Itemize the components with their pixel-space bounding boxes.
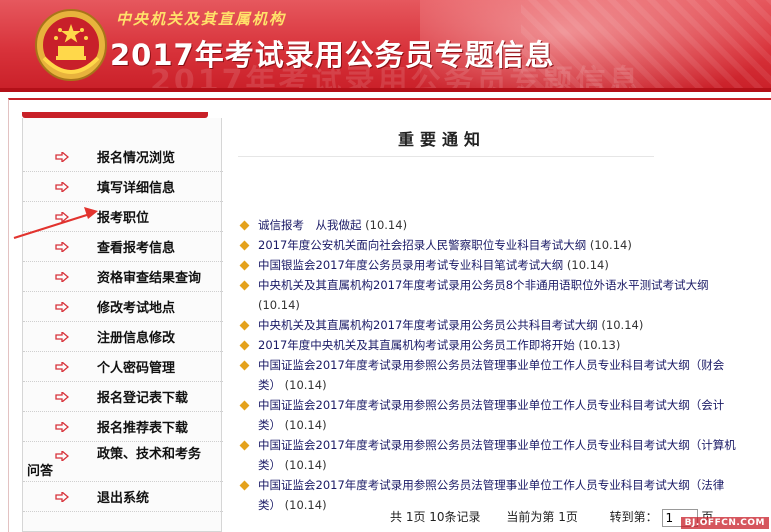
diamond-bullet-icon xyxy=(239,320,250,331)
header-banner: 2017年考试录用公务员专题信息 中央机关及其直属机构 2017年考试录用公务员… xyxy=(0,0,771,92)
sidebar-item-label: 修改考试地点 xyxy=(97,301,176,316)
sidebar-item-label-line2: 问答 xyxy=(27,464,54,479)
arrow-right-icon xyxy=(55,241,69,252)
sidebar-item-label-line1: 政策、技术和考务 xyxy=(97,447,202,462)
notice-title: 重要通知 xyxy=(397,130,486,149)
news-date: (10.14) xyxy=(284,458,327,472)
national-emblem-icon xyxy=(35,9,107,81)
pagination: 共 1页 10条记录 当前为第 1页 转到第： 页 xyxy=(390,508,713,527)
arrow-right-icon xyxy=(55,301,69,312)
news-date: (10.14) xyxy=(284,378,327,392)
sidebar-menu: 报名情况浏览 填写详细信息 报考职位 查看报考信息 资格审查结果查询 修改考试地… xyxy=(23,142,223,512)
arrow-right-icon xyxy=(55,331,69,342)
arrow-right-icon xyxy=(55,361,69,372)
sidebar-item-label: 报名情况浏览 xyxy=(97,151,176,166)
news-date: (10.14) xyxy=(566,258,609,272)
sidebar-item-download-registration-form[interactable]: 报名登记表下载 xyxy=(23,382,223,412)
pager-jump-label: 转到第： xyxy=(609,510,658,524)
news-link[interactable]: 2017年度公安机关面向社会招录人民警察职位专业科目考试大纲 xyxy=(258,238,586,252)
diamond-bullet-icon xyxy=(239,440,250,451)
sidebar-item-edit-registration[interactable]: 注册信息修改 xyxy=(23,322,223,352)
news-link[interactable]: 诚信报考 从我做起 xyxy=(258,218,362,232)
banner-subtitle: 中央机关及其直属机构 xyxy=(116,10,287,28)
sidebar-item-label: 报考职位 xyxy=(97,211,150,226)
sidebar-item-label: 报名登记表下载 xyxy=(97,391,189,406)
sidebar-item-download-recommendation-form[interactable]: 报名推荐表下载 xyxy=(23,412,223,442)
pager-total: 共 1页 10条记录 xyxy=(390,510,481,524)
sidebar-item-change-exam-location[interactable]: 修改考试地点 xyxy=(23,292,223,322)
arrow-right-icon xyxy=(55,421,69,432)
diamond-bullet-icon xyxy=(239,260,250,271)
news-date: (10.14) xyxy=(601,318,644,332)
sidebar-item-view-application[interactable]: 查看报考信息 xyxy=(23,232,223,262)
news-date: (10.14) xyxy=(589,238,632,252)
news-date: (10.14) xyxy=(284,418,327,432)
news-link[interactable]: 2017年度中央机关及其直属机构考试录用公务员工作即将开始 xyxy=(258,338,575,352)
sidebar-item-label: 查看报考信息 xyxy=(97,241,176,256)
sidebar-item-apply-position[interactable]: 报考职位 xyxy=(23,202,223,232)
sidebar-item-logout[interactable]: 退出系统 xyxy=(23,482,223,512)
list-item[interactable]: 中央机关及其直属机构2017年度考试录用公务员8个非通用语职位外语水平测试考试大… xyxy=(232,275,744,315)
list-item[interactable]: 2017年度中央机关及其直属机构考试录用公务员工作即将开始 (10.13) xyxy=(232,335,744,355)
arrow-right-icon xyxy=(55,271,69,282)
news-link[interactable]: 中国银监会2017年度公务员录用考试专业科目笔试考试大纲 xyxy=(258,258,563,272)
diamond-bullet-icon xyxy=(239,340,250,351)
site-watermark: BJ.OFFCN.COM xyxy=(680,517,769,529)
sidebar-item-label: 资格审查结果查询 xyxy=(97,271,202,286)
sidebar-item-label: 注册信息修改 xyxy=(97,331,176,346)
notice-divider xyxy=(238,156,654,157)
news-link[interactable]: 中央机关及其直属机构2017年度考试录用公务员公共科目考试大纲 xyxy=(258,318,598,332)
news-date: (10.14) xyxy=(284,498,327,512)
news-link[interactable]: 中央机关及其直属机构2017年度考试录用公务员8个非通用语职位外语水平测试考试大… xyxy=(258,278,709,292)
news-link[interactable]: 中国证监会2017年度考试录用参照公务员法管理事业单位工作人员专业科目考试大纲（… xyxy=(258,358,724,392)
list-item[interactable]: 中国证监会2017年度考试录用参照公务员法管理事业单位工作人员专业科目考试大纲（… xyxy=(232,395,744,435)
list-item[interactable]: 诚信报考 从我做起 (10.14) xyxy=(232,215,744,235)
news-link[interactable]: 中国证监会2017年度考试录用参照公务员法管理事业单位工作人员专业科目考试大纲（… xyxy=(258,438,736,472)
sidebar-item-label: 退出系统 xyxy=(97,491,150,506)
arrow-right-icon xyxy=(55,491,69,502)
news-date: (10.14) xyxy=(258,298,300,312)
diamond-bullet-icon xyxy=(239,360,250,371)
arrow-right-icon xyxy=(55,451,69,461)
news-date: (10.13) xyxy=(578,338,621,352)
diamond-bullet-icon xyxy=(239,240,250,251)
banner-bottom-line xyxy=(0,88,771,92)
news-link[interactable]: 中国证监会2017年度考试录用参照公务员法管理事业单位工作人员专业科目考试大纲（… xyxy=(258,398,724,432)
arrow-right-icon xyxy=(55,211,69,222)
arrow-right-icon xyxy=(55,181,69,192)
pager-current: 当前为第 1页 xyxy=(506,510,578,524)
list-item[interactable]: 中国证监会2017年度考试录用参照公务员法管理事业单位工作人员专业科目考试大纲（… xyxy=(232,435,744,475)
arrow-right-icon xyxy=(55,151,69,162)
sidebar-item-label: 报名推荐表下载 xyxy=(97,421,189,436)
sidebar-item-label: 政策、技术和考务 问答 xyxy=(27,446,202,479)
sidebar-item-label: 个人密码管理 xyxy=(97,361,176,376)
sidebar-item-fill-details[interactable]: 填写详细信息 xyxy=(23,172,223,202)
list-item[interactable]: 中央机关及其直属机构2017年度考试录用公务员公共科目考试大纲 (10.14) xyxy=(232,315,744,335)
diamond-bullet-icon xyxy=(239,480,250,491)
news-date: (10.14) xyxy=(365,218,408,232)
diamond-bullet-icon xyxy=(239,220,250,231)
news-list: 诚信报考 从我做起 (10.14) 2017年度公安机关面向社会招录人民警察职位… xyxy=(232,215,744,515)
sidebar: 报名情况浏览 填写详细信息 报考职位 查看报考信息 资格审查结果查询 修改考试地… xyxy=(22,112,224,532)
sidebar-item-faq[interactable]: 政策、技术和考务 问答 xyxy=(23,442,223,482)
list-item[interactable]: 中国证监会2017年度考试录用参照公务员法管理事业单位工作人员专业科目考试大纲（… xyxy=(232,355,744,395)
sidebar-item-registration-overview[interactable]: 报名情况浏览 xyxy=(23,142,223,172)
list-item[interactable]: 2017年度公安机关面向社会招录人民警察职位专业科目考试大纲 (10.14) xyxy=(232,235,744,255)
list-item[interactable]: 中国银监会2017年度公务员录用考试专业科目笔试考试大纲 (10.14) xyxy=(232,255,744,275)
diamond-bullet-icon xyxy=(239,400,250,411)
banner-title: 2017年考试录用公务员专题信息 xyxy=(110,38,555,72)
sidebar-item-qualification-result[interactable]: 资格审查结果查询 xyxy=(23,262,223,292)
sidebar-item-password[interactable]: 个人密码管理 xyxy=(23,352,223,382)
sidebar-panel: 报名情况浏览 填写详细信息 报考职位 查看报考信息 资格审查结果查询 修改考试地… xyxy=(22,118,223,532)
sidebar-item-label: 填写详细信息 xyxy=(97,181,176,196)
news-link[interactable]: 中国证监会2017年度考试录用参照公务员法管理事业单位工作人员专业科目考试大纲（… xyxy=(258,478,724,512)
main-content: 重要通知 诚信报考 从我做起 (10.14) 2017年度公安机关面向社会招录人… xyxy=(232,112,770,532)
arrow-right-icon xyxy=(55,391,69,402)
